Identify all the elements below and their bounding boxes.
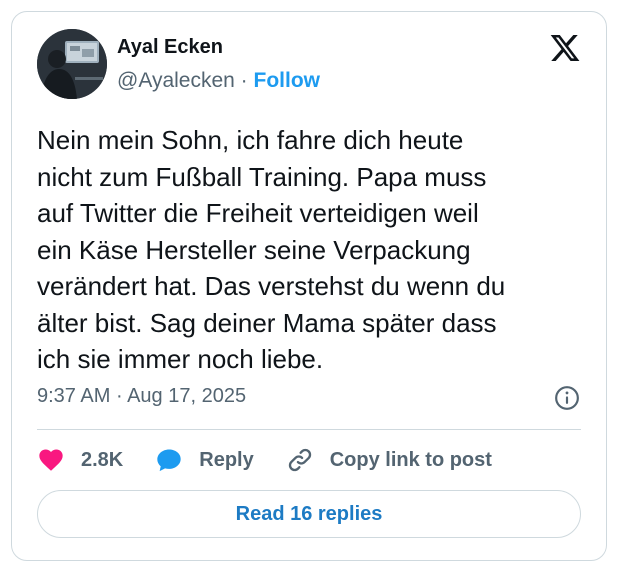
handle-separator: ·: [240, 69, 248, 92]
heart-icon: [37, 446, 65, 474]
tweet-text: Nein mein Sohn, ich fahre dich heute nic…: [37, 125, 506, 374]
reply-button[interactable]: Reply: [155, 446, 254, 474]
tweet-time: 9:37 AM: [37, 385, 111, 407]
tweet-timestamp[interactable]: 9:37 AM · Aug 17, 2025: [37, 385, 246, 408]
read-replies-button[interactable]: Read 16 replies: [37, 490, 581, 538]
reply-label: Reply: [199, 448, 254, 471]
copy-link-button[interactable]: Copy link to post: [286, 446, 492, 474]
copy-link-label: Copy link to post: [329, 448, 492, 471]
timestamp-separator: ·: [115, 385, 123, 407]
like-button[interactable]: 2.8K: [37, 446, 123, 474]
avatar[interactable]: [37, 29, 107, 99]
author-handle-row: @Ayalecken · Follow: [117, 69, 320, 93]
tweet-card: Ayal Ecken @Ayalecken · Follow Nein mein…: [11, 11, 607, 561]
speech-bubble-icon: [155, 446, 183, 474]
info-icon[interactable]: [554, 385, 580, 411]
divider: [37, 429, 581, 430]
follow-button[interactable]: Follow: [254, 69, 321, 92]
x-logo-icon[interactable]: [548, 32, 582, 64]
action-bar: 2.8K Reply Copy link to post: [37, 445, 524, 475]
avatar-image: [37, 29, 107, 99]
author-name[interactable]: Ayal Ecken: [117, 36, 223, 59]
like-count: 2.8K: [81, 448, 124, 471]
link-icon: [286, 446, 314, 474]
author-handle[interactable]: @Ayalecken: [117, 69, 235, 92]
tweet-date: Aug 17, 2025: [127, 385, 247, 407]
